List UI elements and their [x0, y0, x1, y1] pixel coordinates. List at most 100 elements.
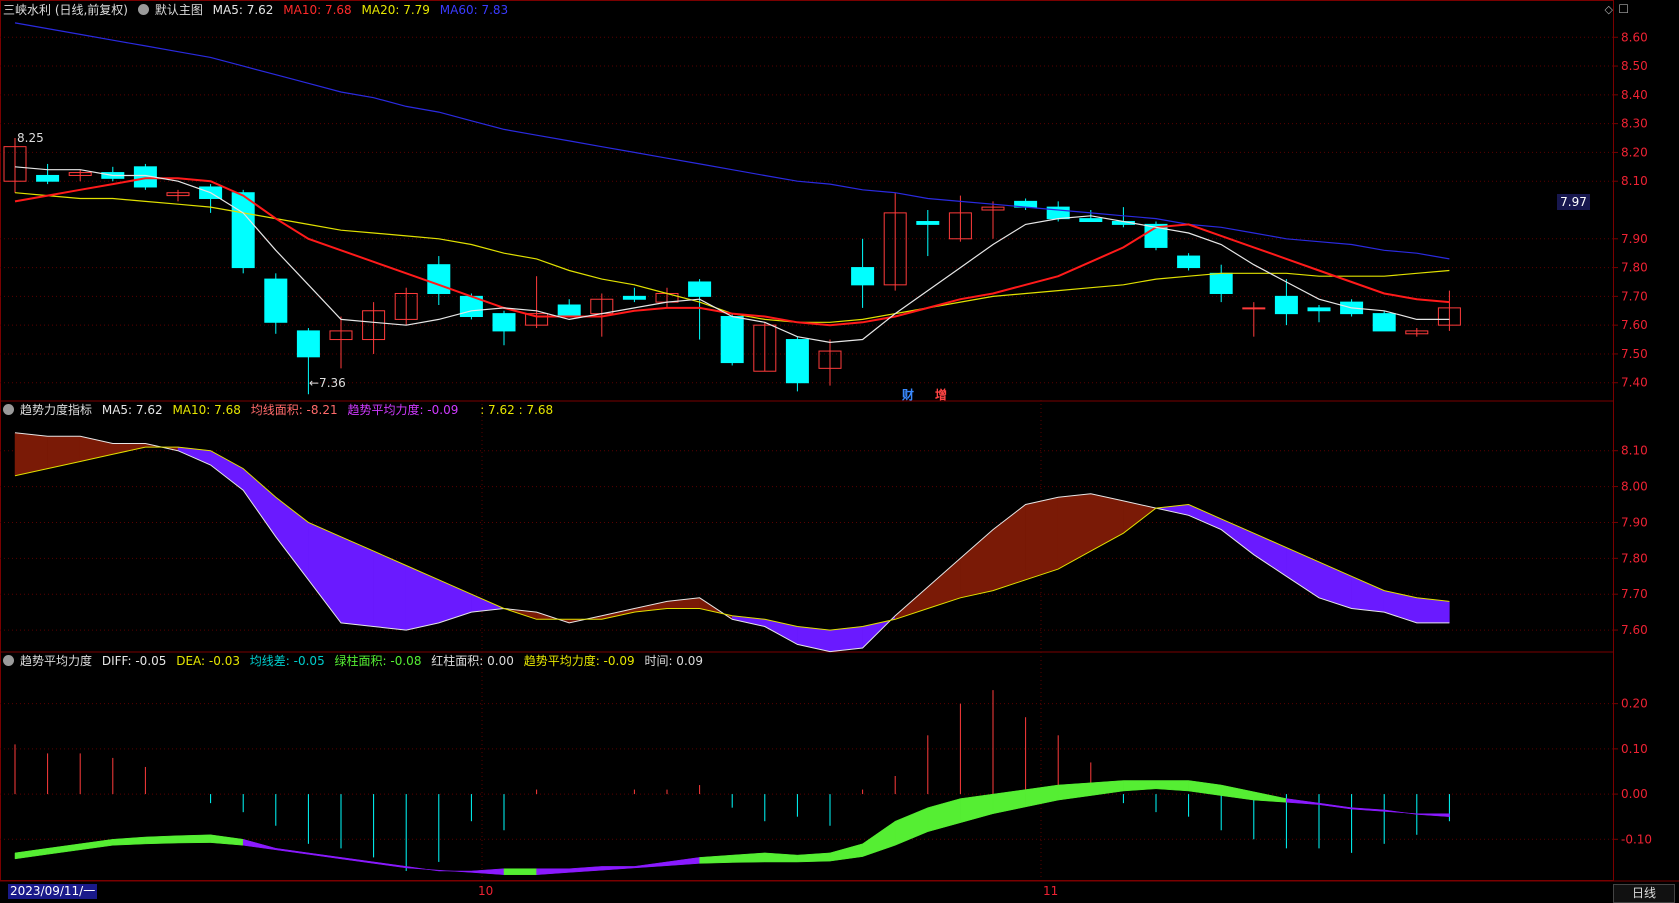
avg-band — [992, 789, 1026, 815]
candle-body — [1079, 218, 1103, 223]
avg-band — [308, 852, 342, 860]
avg-band — [242, 838, 277, 851]
stock-chart[interactable]: 8.60 8.50 8.40 8.30 8.20 8.10 7.90 7.80 7.70 7.60… — [0, 0, 1679, 903]
avg-band — [14, 848, 48, 860]
low-label: ←7.36 — [309, 376, 346, 390]
ind2-gap: 均线差: -0.05 — [249, 654, 325, 668]
axis-tick-label: 0.00 — [1621, 787, 1648, 801]
avg-band — [79, 839, 114, 851]
force-area — [242, 468, 277, 538]
template-label[interactable]: 默认主图 — [155, 3, 203, 17]
axis-tick-label: 0.10 — [1621, 742, 1648, 756]
main-pane — [3, 22, 1461, 395]
settings-icon[interactable] — [137, 4, 149, 15]
ma20-line — [14, 192, 1450, 323]
avg-band — [1123, 780, 1157, 792]
finance-tag[interactable]: 财 — [902, 386, 914, 403]
ma5-label: MA5: 7.62 — [212, 3, 274, 17]
force-area — [1351, 575, 1385, 613]
axis-tick-label: 8.30 — [1621, 117, 1648, 131]
candle-body — [231, 192, 255, 269]
candle-body — [264, 278, 288, 323]
avg-band — [177, 834, 211, 844]
avg-band — [1057, 782, 1092, 801]
increase-tag[interactable]: 增 — [935, 386, 947, 403]
force-area — [340, 536, 374, 627]
symbol-title[interactable]: 三峡水利 (日线,前复权) — [3, 3, 128, 17]
avg-band — [731, 852, 766, 863]
avg-band — [568, 866, 603, 873]
avg-band — [894, 807, 929, 846]
candle-body — [1274, 295, 1298, 315]
last-price-tag: 7.97 — [1557, 194, 1590, 210]
ma10-line — [14, 177, 1450, 327]
avg-band — [503, 868, 537, 875]
ind2-time: 时间: 0.09 — [644, 654, 704, 668]
avg-band — [1318, 802, 1352, 810]
avg-band — [666, 857, 700, 866]
ma60-line — [14, 22, 1450, 260]
force-area — [1220, 518, 1255, 556]
force-area — [47, 436, 81, 469]
axis-tick-label: 7.70 — [1621, 587, 1648, 601]
candle-body — [916, 221, 940, 225]
month-oct: 10 — [478, 884, 494, 898]
axis-tick-label: 8.10 — [1621, 174, 1648, 188]
trend-force-pane — [14, 432, 1450, 653]
avg-band — [927, 798, 961, 833]
candle-body — [688, 281, 712, 297]
avg-band — [764, 852, 798, 863]
ind1-name[interactable]: 趋势力度指标 — [20, 403, 92, 417]
candle-body — [36, 174, 60, 182]
axis-tick-label: 7.60 — [1621, 318, 1648, 332]
candle-body — [1372, 313, 1396, 332]
candle-body — [720, 316, 744, 364]
candle-body — [492, 313, 516, 332]
period-selector[interactable]: 日线 — [1613, 884, 1675, 903]
avg-band — [1155, 780, 1189, 792]
avg-band — [1188, 780, 1222, 796]
settings-icon[interactable] — [3, 655, 14, 666]
avg-band — [275, 848, 309, 855]
ind1-header: 趋势力度指标 MA5: 7.62 MA10: 7.68 均线面积: -8.21 … — [3, 401, 559, 419]
ind2-name[interactable]: 趋势平均力度 — [20, 654, 92, 668]
candle-body — [1177, 255, 1201, 269]
axis-tick-label: 8.00 — [1621, 480, 1648, 494]
close-icon[interactable]: ☐ — [1618, 2, 1629, 16]
diamond-icon[interactable]: ◇ — [1605, 3, 1613, 16]
high-label: 8.25 — [17, 131, 44, 145]
force-area — [1383, 590, 1418, 624]
ind1-extra: : 7.62 : 7.68 — [480, 403, 554, 417]
axis-tick-label: 7.60 — [1621, 623, 1648, 637]
candle-body — [1307, 307, 1331, 312]
axis-tick-label: 7.80 — [1621, 261, 1648, 275]
avg-band — [1383, 809, 1418, 815]
main-header: 三峡水利 (日线,前复权) 默认主图 MA5: 7.62 MA10: 7.68 … — [3, 1, 514, 19]
axis-tick-label: 7.40 — [1621, 376, 1648, 390]
candle-body — [622, 295, 646, 300]
force-area — [1416, 597, 1450, 624]
candle-body — [1209, 272, 1233, 294]
avg-band — [1351, 807, 1385, 812]
frame — [0, 0, 1614, 881]
axis-tick-label: 8.10 — [1621, 444, 1648, 458]
price-axes: 8.60 8.50 8.40 8.30 8.20 8.10 7.90 7.80 7.70 7.60… — [1613, 30, 1652, 846]
avg-band — [1253, 791, 1287, 803]
month-nov: 11 — [1043, 884, 1059, 898]
force-area — [210, 450, 244, 491]
avg-band — [340, 857, 374, 864]
force-area — [308, 522, 342, 624]
axis-tick-label: 0.20 — [1621, 697, 1648, 711]
candle-body — [557, 304, 581, 318]
force-area — [1123, 500, 1157, 534]
ind1-ma10: MA10: 7.68 — [172, 403, 241, 417]
force-area — [438, 579, 472, 624]
ind1-ma5: MA5: 7.62 — [101, 403, 163, 417]
settings-icon[interactable] — [3, 404, 14, 415]
ma20-label: MA20: 7.79 — [361, 3, 430, 17]
ind2-diff: DIFF: -0.05 — [101, 654, 167, 668]
force-area — [927, 557, 961, 609]
avg-band — [1090, 780, 1124, 796]
candle-body — [785, 339, 809, 384]
avg-band — [797, 852, 831, 863]
